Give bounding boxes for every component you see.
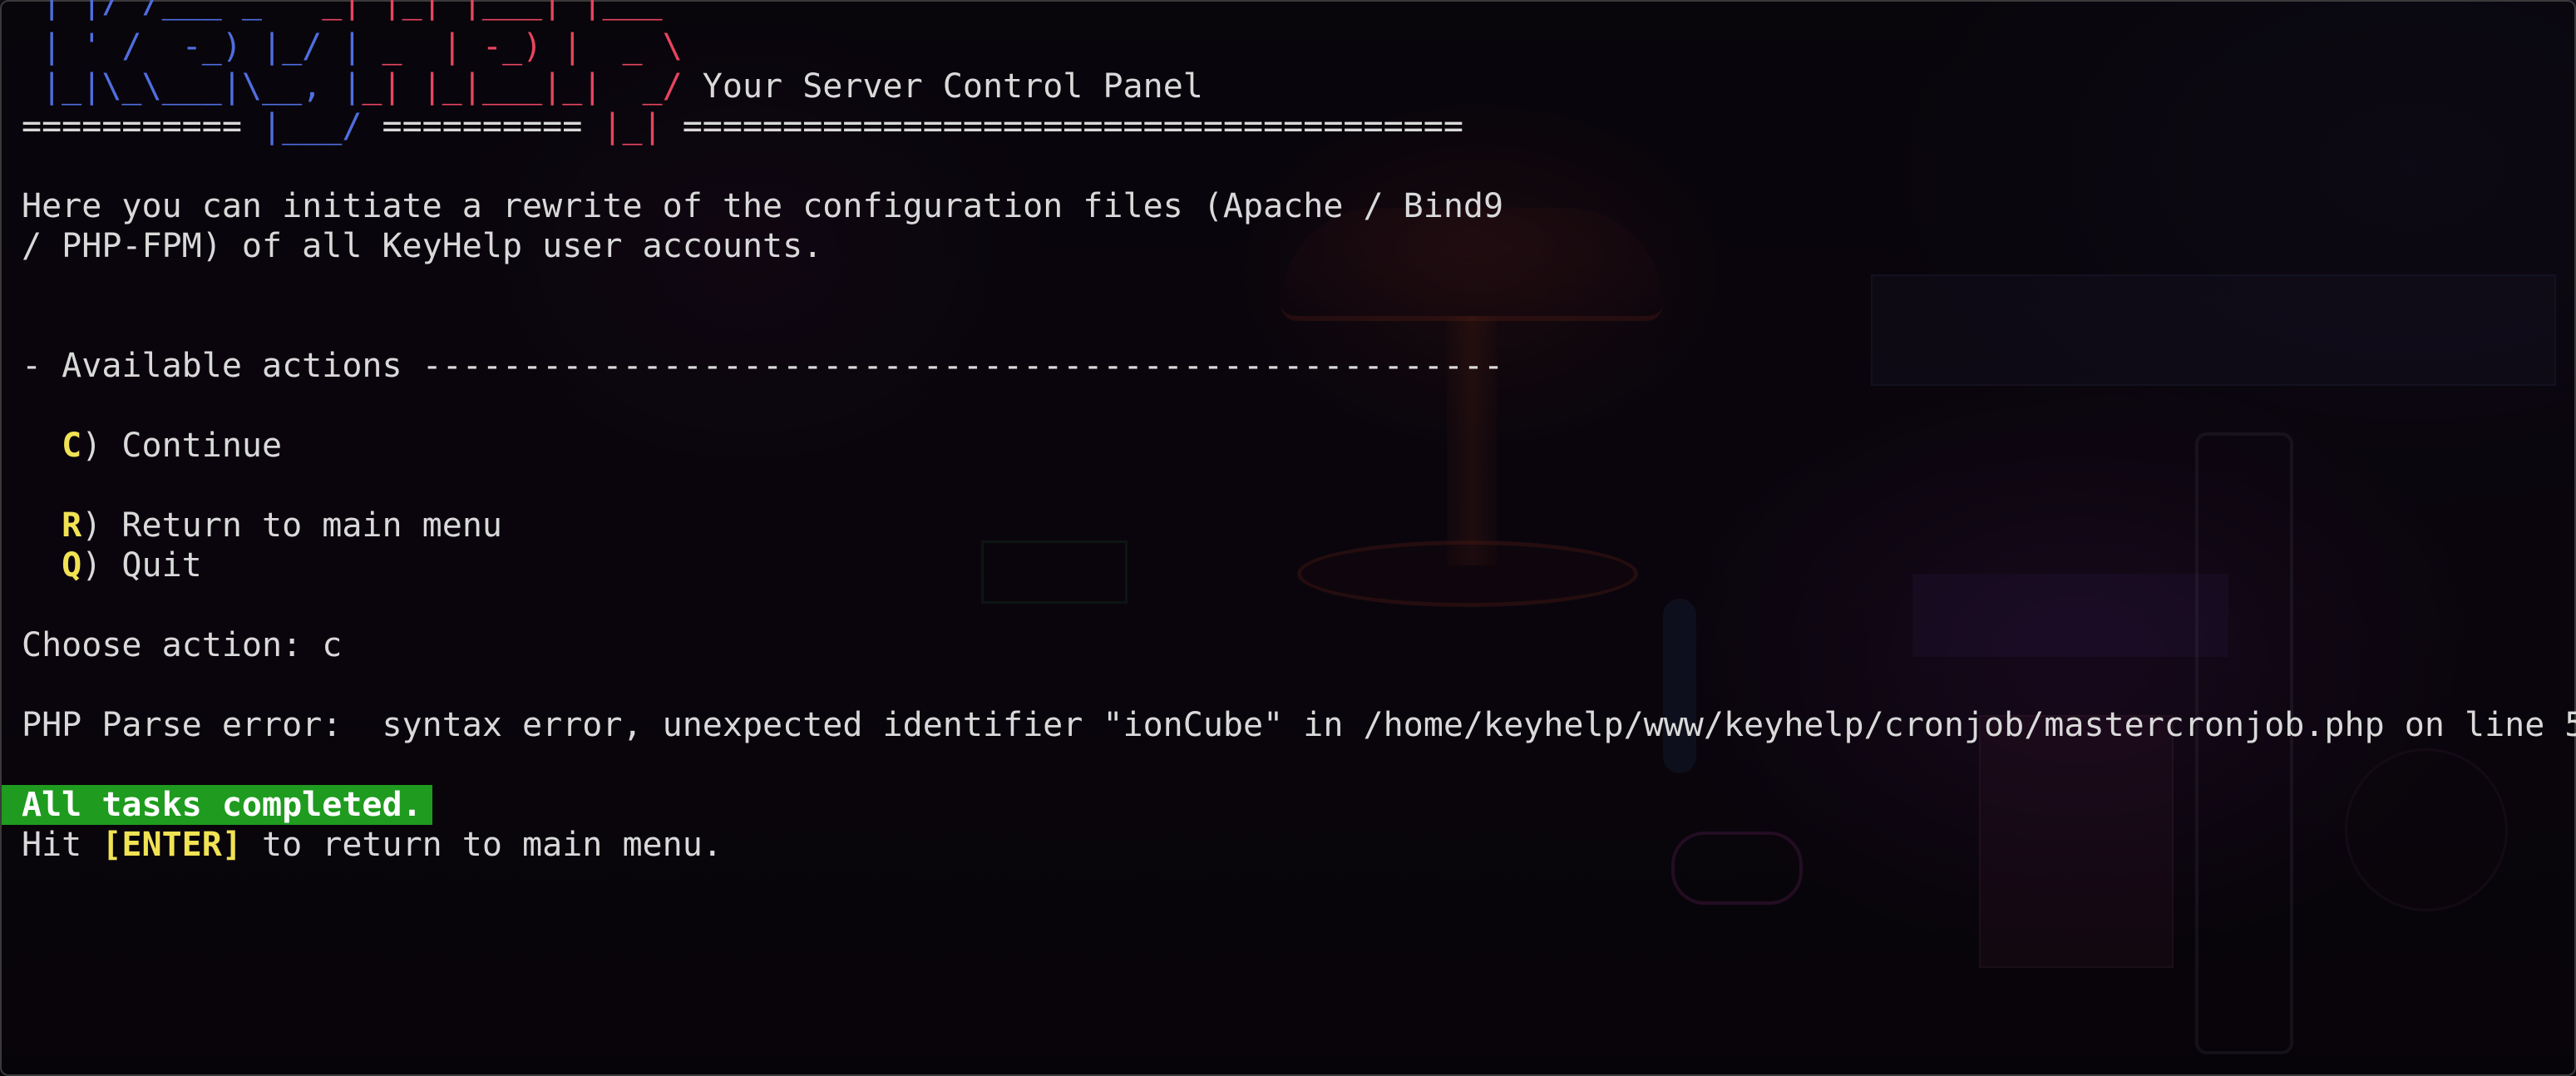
separator-right: =======================================: [662, 107, 1463, 146]
logo-tagline: Your Server Control Panel: [682, 67, 1203, 106]
logo-row-2: | ' / -_) |_/ | _ | -_) | _ \: [22, 27, 683, 67]
action-prompt[interactable]: Choose action: c: [22, 625, 342, 665]
logo-blue-part: | ' / -_) |_/ |: [22, 27, 363, 66]
logo-red-part: _| |_|___|_| _/: [362, 67, 683, 106]
action-key-q: Q: [62, 546, 82, 585]
action-label: ) Continue: [81, 427, 283, 465]
logo-blue-part: | |/ /___ _: [22, 0, 303, 21]
hint-prefix: Hit: [22, 826, 102, 864]
action-key-c: C: [62, 427, 82, 465]
action-label: ) Quit: [81, 546, 202, 585]
action-label: ) Return to main menu: [81, 506, 502, 545]
enter-key-hint: [ENTER]: [101, 826, 242, 864]
terminal-window[interactable]: | |/ /___ _ _| |_| |___| |___ | ' / -_) …: [0, 0, 2576, 1076]
logo-separator: =========== |___/ ========== |_| =======…: [22, 106, 1463, 146]
php-error-message: PHP Parse error: syntax error, unexpecte…: [22, 706, 2576, 744]
prompt-label: Choose action:: [22, 626, 323, 664]
status-line: All tasks completed.: [2, 785, 432, 825]
success-badge: All tasks completed.: [2, 785, 432, 825]
separator-blue: |___/: [261, 107, 363, 146]
separator-red: |_|: [602, 107, 663, 146]
intro-line-2: / PHP-FPM) of all KeyHelp user accounts.: [22, 227, 823, 265]
enter-hint: Hit [ENTER] to return to main menu.: [22, 825, 723, 865]
intro-line-1: Here you can initiate a rewrite of the c…: [22, 187, 1504, 225]
action-return-main-menu[interactable]: R) Return to main menu: [22, 506, 502, 545]
action-quit[interactable]: Q) Quit: [22, 545, 202, 585]
separator-mid: ==========: [362, 107, 603, 146]
hint-suffix: to return to main menu.: [241, 826, 723, 864]
separator-left: ===========: [22, 107, 262, 146]
prompt-input-value[interactable]: c: [322, 626, 342, 664]
actions-header: - Available actions --------------------…: [22, 347, 1504, 385]
logo-row-3: |_|\_\___|\__, |_| |_|___|_| _/ Your Ser…: [22, 67, 1203, 106]
action-continue[interactable]: C) Continue: [22, 426, 282, 466]
logo-red-part: _ | -_) | _ \: [362, 27, 683, 66]
logo-red-part: _| |_| |___| |___: [302, 0, 663, 21]
action-key-r: R: [62, 506, 82, 545]
logo-row-1: | |/ /___ _ _| |_| |___| |___: [22, 0, 663, 22]
logo-blue-part: |_|\_\___|\__, |: [22, 67, 363, 106]
